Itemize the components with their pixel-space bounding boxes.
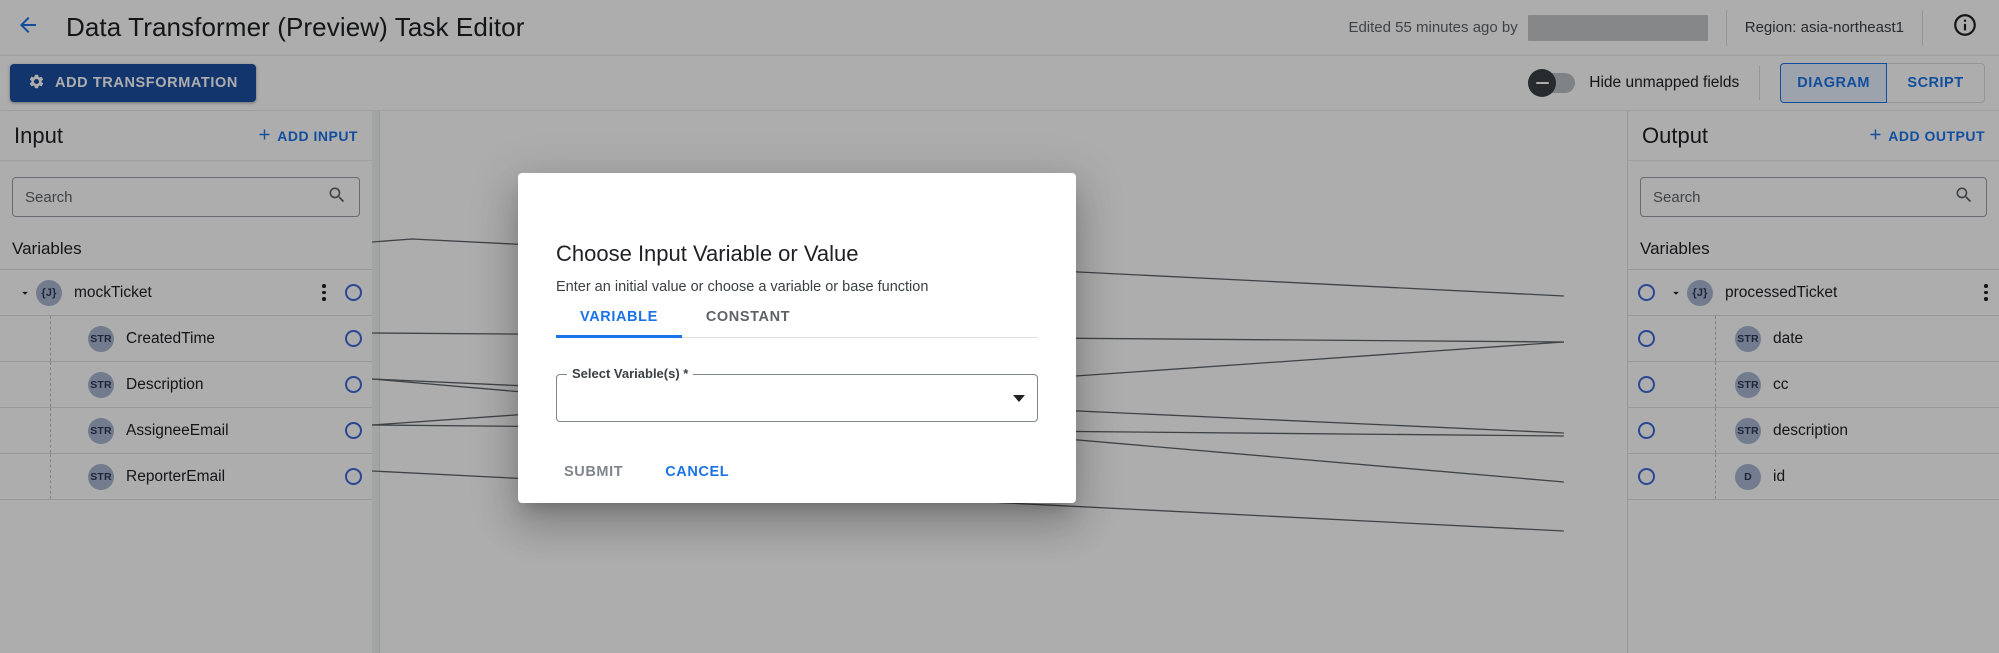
cancel-button[interactable]: CANCEL <box>657 456 737 488</box>
tab-variable[interactable]: VARIABLE <box>556 309 682 337</box>
tab-constant[interactable]: CONSTANT <box>682 309 814 337</box>
dialog-title: Choose Input Variable or Value <box>556 173 1038 267</box>
dialog-actions: SUBMIT CANCEL <box>556 456 1038 488</box>
dialog-subtitle: Enter an initial value or choose a varia… <box>556 279 1038 295</box>
chevron-down-icon[interactable] <box>1013 395 1025 402</box>
task-editor-page: Data Transformer (Preview) Task Editor E… <box>0 0 1999 653</box>
choose-input-variable-dialog: Choose Input Variable or Value Enter an … <box>518 173 1076 503</box>
dialog-tabs: VARIABLE CONSTANT <box>556 309 1038 338</box>
submit-button[interactable]: SUBMIT <box>556 456 631 488</box>
select-variables-label: Select Variable(s) * <box>567 366 693 381</box>
select-variables-field[interactable]: Select Variable(s) * <box>556 374 1038 422</box>
